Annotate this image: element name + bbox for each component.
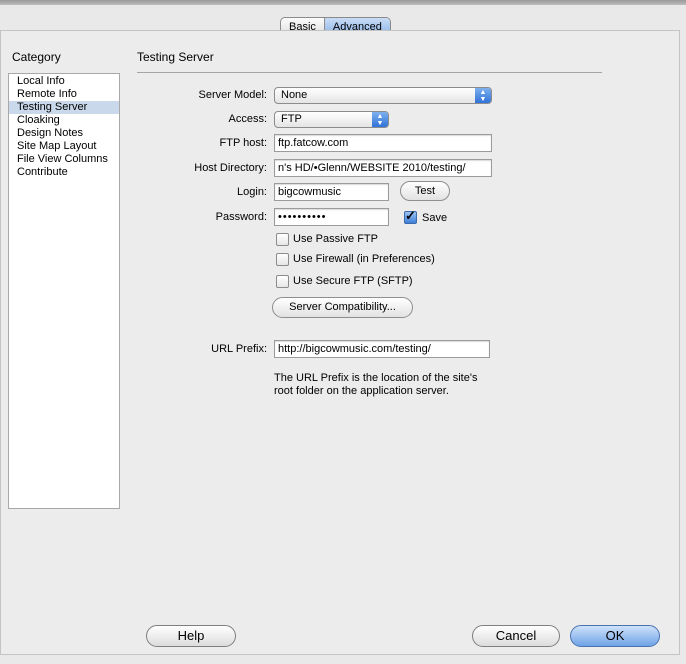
category-item-design-notes[interactable]: Design Notes bbox=[9, 127, 119, 140]
password-input[interactable]: •••••••••• bbox=[274, 208, 389, 226]
server-model-select[interactable]: None ▲ ▼ bbox=[274, 87, 492, 104]
save-checkbox[interactable] bbox=[404, 208, 417, 224]
section-divider bbox=[137, 72, 602, 73]
password-label: Password: bbox=[215, 211, 267, 223]
sftp-label: Use Secure FTP (SFTP) bbox=[293, 275, 413, 287]
server-model-value: None bbox=[281, 89, 308, 101]
firewall-checkbox[interactable] bbox=[276, 253, 289, 266]
select-arrows-icon: ▲ ▼ bbox=[372, 112, 388, 127]
url-prefix-help-line-2: root folder on the application server. bbox=[274, 385, 449, 397]
section-title: Testing Server bbox=[137, 50, 214, 64]
ftp-host-label: FTP host: bbox=[219, 137, 267, 149]
select-arrows-icon: ▲ ▼ bbox=[475, 88, 491, 103]
ok-button[interactable]: OK bbox=[570, 625, 660, 647]
category-heading: Category bbox=[12, 50, 61, 64]
url-prefix-help-line-1: The URL Prefix is the location of the si… bbox=[274, 372, 478, 384]
host-directory-input[interactable]: n's HD/•Glenn/WEBSITE 2010/testing/ bbox=[274, 159, 492, 177]
category-list[interactable]: Local Info Remote Info Testing Server Cl… bbox=[8, 73, 120, 509]
site-definition-sheet: Basic Advanced Category Local Info Remot… bbox=[0, 5, 686, 664]
login-input[interactable]: bigcowmusic bbox=[274, 183, 389, 201]
category-item-site-map-layout[interactable]: Site Map Layout bbox=[9, 140, 119, 153]
category-item-contribute[interactable]: Contribute bbox=[9, 166, 119, 179]
category-item-testing-server[interactable]: Testing Server bbox=[9, 101, 119, 114]
url-prefix-label: URL Prefix: bbox=[211, 343, 267, 355]
access-label: Access: bbox=[228, 113, 267, 125]
test-button[interactable]: Test bbox=[400, 181, 450, 201]
category-item-file-view-columns[interactable]: File View Columns bbox=[9, 153, 119, 166]
help-button[interactable]: Help bbox=[146, 625, 236, 647]
passive-ftp-checkbox[interactable] bbox=[276, 233, 289, 246]
server-compatibility-button[interactable]: Server Compatibility... bbox=[272, 297, 413, 318]
login-label: Login: bbox=[237, 186, 267, 198]
cancel-button[interactable]: Cancel bbox=[472, 625, 560, 647]
firewall-label: Use Firewall (in Preferences) bbox=[293, 253, 435, 265]
host-directory-label: Host Directory: bbox=[194, 162, 267, 174]
passive-ftp-label: Use Passive FTP bbox=[293, 233, 378, 245]
server-model-label: Server Model: bbox=[198, 89, 267, 101]
access-select[interactable]: FTP ▲ ▼ bbox=[274, 111, 389, 128]
url-prefix-input[interactable]: http://bigcowmusic.com/testing/ bbox=[274, 340, 490, 358]
access-value: FTP bbox=[281, 113, 302, 125]
ftp-host-input[interactable]: ftp.fatcow.com bbox=[274, 134, 492, 152]
category-item-local-info[interactable]: Local Info bbox=[9, 75, 119, 88]
category-item-remote-info[interactable]: Remote Info bbox=[9, 88, 119, 101]
save-label: Save bbox=[422, 212, 448, 224]
sftp-checkbox[interactable] bbox=[276, 275, 289, 288]
category-item-cloaking[interactable]: Cloaking bbox=[9, 114, 119, 127]
